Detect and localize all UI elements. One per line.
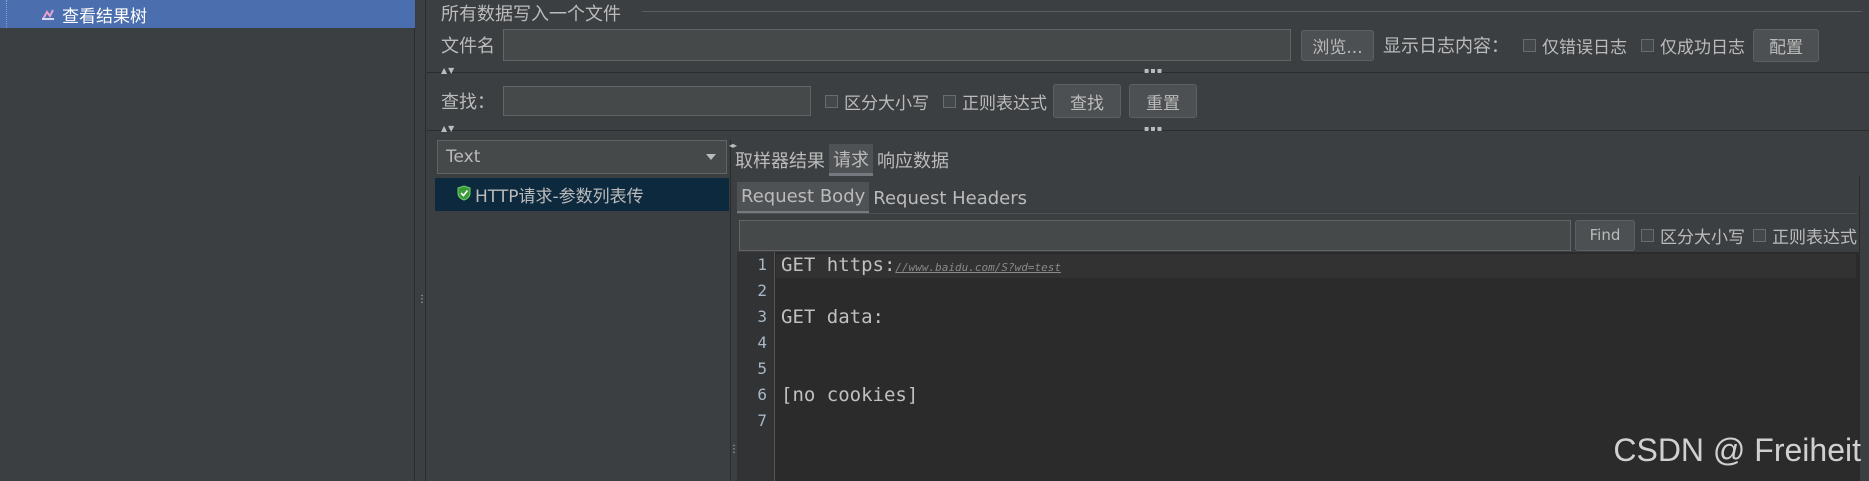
line-number: 2 [757, 281, 767, 300]
request-subtabs: Request Body Request Headers [737, 180, 1031, 214]
result-item-label: HTTP请求-参数列表传 [475, 187, 644, 207]
subtab-border [737, 213, 1857, 214]
result-list-item[interactable]: HTTP请求-参数列表传 [435, 178, 729, 211]
tab-sampler-result[interactable]: 取样器结果 [731, 144, 829, 176]
browse-button[interactable]: 浏览... [1301, 29, 1374, 61]
code-url: //www.baidu.com/S?wd=test [895, 261, 1061, 274]
editor-regex-checkbox[interactable]: 正则表达式 [1753, 223, 1857, 248]
tree-item-label: 查看结果树 [62, 6, 147, 27]
log-content-label: 显示日志内容： [1383, 36, 1509, 57]
find-button[interactable]: 查找 [1053, 84, 1121, 118]
collapse-arrows-icon[interactable]: ▲▼ [441, 66, 455, 75]
code-line-1: GET https://www.baidu.com/S?wd=test [781, 254, 1061, 276]
line-number: 6 [757, 385, 767, 404]
errors-only-checkbox[interactable]: 仅错误日志 [1523, 33, 1627, 58]
line-number: 4 [757, 333, 767, 352]
case-sensitive-checkbox[interactable]: 区分大小写 [825, 89, 929, 114]
collapse-arrows-icon[interactable]: ▲▼ [441, 124, 455, 133]
line-number: 1 [757, 255, 767, 274]
checkbox-box[interactable] [1641, 38, 1654, 52]
filename-label: 文件名 [441, 36, 495, 57]
search-label: 查找： [441, 92, 495, 113]
watermark: CSDN @ Freiheit [1613, 432, 1861, 468]
search-row: 查找： 区分大小写 正则表达式 查找 重置 [441, 84, 1197, 118]
code-request-method: GET https: [781, 254, 896, 276]
code-line-6: [no cookies] [781, 384, 919, 406]
editor-case-checkbox[interactable]: 区分大小写 [1641, 223, 1745, 248]
success-only-label: 仅成功日志 [1660, 37, 1745, 58]
drag-dots-icon[interactable]: ▪▪▪ [1144, 124, 1163, 133]
tab-request[interactable]: 请求 [829, 144, 873, 176]
search-input[interactable] [503, 86, 811, 116]
checkbox-box[interactable] [1753, 228, 1766, 242]
regex-checkbox[interactable]: 正则表达式 [943, 89, 1047, 114]
results-tree-panel: 所有数据写入一个文件 文件名 浏览... 显示日志内容： 仅错误日志 仅成功日志… [427, 0, 1869, 481]
checkbox-box[interactable] [1641, 228, 1654, 242]
success-shield-icon [457, 184, 471, 205]
editor-find-input[interactable] [739, 219, 1571, 251]
checkbox-box[interactable] [1523, 38, 1536, 52]
code-line-3: GET data: [781, 306, 884, 328]
editor-case-label: 区分大小写 [1660, 227, 1745, 248]
chevron-down-icon [706, 154, 716, 160]
success-only-checkbox[interactable]: 仅成功日志 [1641, 33, 1745, 58]
line-number: 5 [757, 359, 767, 378]
renderer-select-value: Text [446, 147, 481, 167]
jmeter-window: 查看结果树 ⋮ 所有数据写入一个文件 文件名 浏览... 显示日志内容： 仅错误… [0, 0, 1869, 481]
config-button[interactable]: 配置 [1753, 28, 1819, 62]
regex-label: 正则表达式 [962, 93, 1047, 114]
tab-request-headers[interactable]: Request Headers [869, 182, 1031, 214]
renderer-select[interactable]: Text [437, 140, 727, 174]
file-row: 文件名 浏览... 显示日志内容： 仅错误日志 仅成功日志 配置 [441, 28, 1819, 62]
errors-only-label: 仅错误日志 [1542, 37, 1627, 58]
main-split-handle[interactable]: ⋮ [415, 0, 427, 481]
line-number: 7 [757, 411, 767, 430]
line-number: 3 [757, 307, 767, 326]
tree-guide-line [6, 0, 7, 28]
file-section-title: 所有数据写入一个文件 [441, 4, 621, 25]
tab-request-body[interactable]: Request Body [737, 182, 870, 214]
tree-item-view-results-tree[interactable]: 查看结果树 [0, 0, 415, 28]
result-detail-panel: 取样器结果 请求 响应数据 Request Body Request Heade… [729, 136, 1869, 481]
test-plan-tree: 查看结果树 [0, 0, 415, 481]
editor-regex-label: 正则表达式 [1772, 227, 1857, 248]
detail-tabs: 取样器结果 请求 响应数据 [731, 140, 953, 176]
drag-dots-icon[interactable]: ▪▪▪ [1144, 66, 1163, 75]
tab-response-data[interactable]: 响应数据 [873, 144, 953, 176]
line-number-gutter: 1 2 3 4 5 6 7 [737, 252, 775, 481]
grip-dots: ⋮ [417, 294, 427, 305]
filename-input[interactable] [503, 29, 1291, 61]
editor-find-button[interactable]: Find [1575, 219, 1635, 251]
checkbox-box[interactable] [825, 94, 838, 108]
editor-find-row: Find 区分大小写 正则表达式 [739, 218, 1857, 252]
listener-icon [40, 6, 56, 22]
case-sensitive-label: 区分大小写 [844, 93, 929, 114]
file-section-border [642, 11, 1862, 12]
reset-button[interactable]: 重置 [1129, 84, 1197, 118]
checkbox-box[interactable] [943, 94, 956, 108]
